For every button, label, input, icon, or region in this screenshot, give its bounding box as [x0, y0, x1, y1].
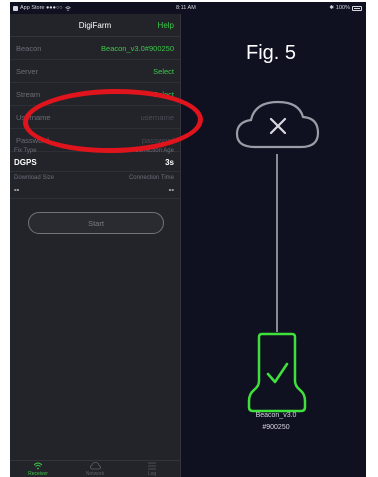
app-screen: App Store ●●●○○ 8:11 AM ✱ 100% DigiFarm …	[10, 2, 366, 477]
server-label: Server	[16, 67, 39, 76]
status-time: 8:11 AM	[176, 5, 196, 11]
page-title: DigiFarm	[78, 21, 112, 30]
correction-age-value: 3s	[165, 158, 174, 167]
battery-icon	[352, 5, 362, 11]
server-row[interactable]: Server Select	[10, 60, 180, 83]
download-size-label: Download Size	[14, 175, 55, 181]
download-size-value: --	[14, 185, 20, 194]
tab-log-label: Log	[147, 471, 157, 477]
start-button[interactable]: Start	[28, 212, 164, 234]
cloud-disconnected-icon	[235, 100, 320, 149]
beacon-value[interactable]: Beacon_v3.0#900250	[101, 44, 174, 53]
tab-log[interactable]: Log	[124, 462, 180, 477]
connection-graphic	[235, 100, 320, 413]
back-app-icon	[13, 5, 18, 11]
connection-time-value: --	[168, 185, 174, 194]
wifi-status-icon	[64, 5, 71, 11]
fix-type-value: DGPS	[14, 158, 37, 167]
nav-bar: DigiFarm Help	[10, 14, 180, 37]
wifi-icon	[10, 462, 66, 471]
fix-type-label: Fix Type	[14, 148, 37, 154]
beacon-device-icon	[247, 332, 307, 413]
status-bar: App Store ●●●○○ 8:11 AM ✱ 100%	[10, 2, 366, 14]
device-name: Beacon_v3.0	[255, 412, 297, 419]
device-id: #900250	[262, 424, 290, 431]
beacon-label: Beacon	[16, 44, 42, 53]
tab-network-label: Network	[85, 471, 105, 477]
carrier-text: App Store ●●●○○	[20, 5, 63, 11]
list-icon	[124, 462, 180, 471]
cloud-icon	[67, 462, 123, 471]
help-button[interactable]: Help	[158, 21, 174, 30]
tab-bar: Receiver Network Log	[10, 460, 180, 477]
bluetooth-icon: ✱	[329, 5, 334, 11]
tab-network[interactable]: Network	[67, 462, 123, 477]
figure-label: Fig. 5	[246, 42, 297, 64]
stream-label: Stream	[16, 90, 41, 99]
connection-diagram	[181, 14, 366, 477]
server-select[interactable]: Select	[153, 67, 174, 76]
beacon-row[interactable]: Beacon Beacon_v3.0#900250	[10, 37, 180, 60]
download-row: Download Size Connection Time -- --	[10, 172, 180, 199]
tab-receiver-label: Receiver	[28, 471, 48, 477]
settings-panel: DigiFarm Help Beacon Beacon_v3.0#900250 …	[10, 14, 181, 477]
connection-time-label: Connection Time	[128, 175, 174, 181]
battery-percent: 100%	[335, 5, 350, 11]
tab-receiver[interactable]: Receiver	[10, 462, 66, 477]
